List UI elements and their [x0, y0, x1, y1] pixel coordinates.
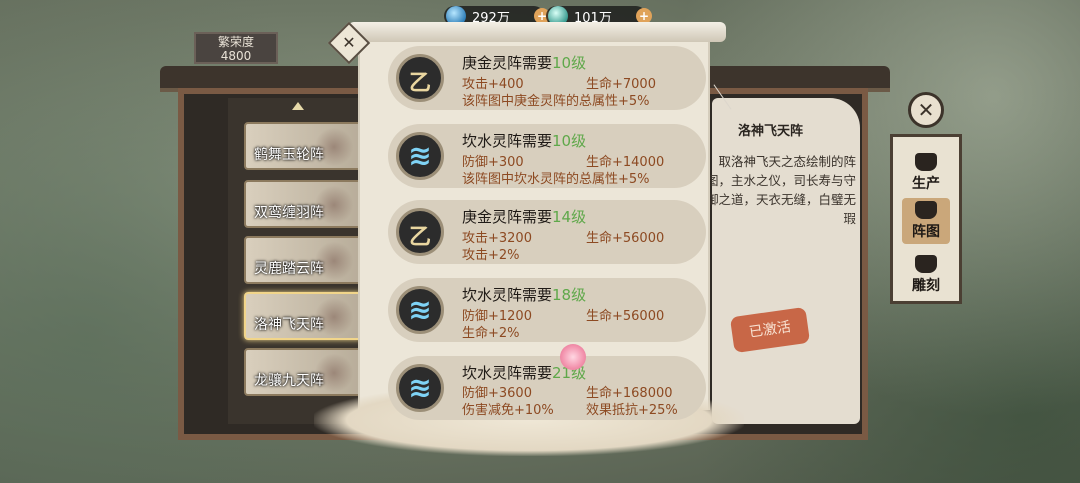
requirement-element: 坎水灵阵需要 [462, 132, 553, 150]
prosperity-label: 繁荣度 [217, 35, 254, 49]
hammer-icon [915, 255, 937, 273]
formation-item[interactable]: 鹤舞玉轮阵 [244, 122, 362, 170]
cherry-blossom-icon [560, 344, 586, 370]
stat: 生命+56000 [586, 231, 665, 246]
requirement-element: 庚金灵阵需要 [462, 208, 553, 226]
formation-label: 灵鹿踏云阵 [254, 261, 324, 277]
requirement-title: 庚金灵阵需要14级 [462, 206, 586, 227]
metal-emblem-icon [396, 54, 444, 102]
requirement-element: 庚金灵阵需要 [462, 54, 553, 72]
requirement-element: 坎水灵阵需要 [462, 364, 553, 382]
formation-label: 洛神飞天阵 [254, 317, 324, 333]
scroll-up-arrow-icon[interactable] [292, 102, 304, 110]
requirement-level: 10级 [552, 132, 587, 150]
requirement-title: 庚金灵阵需要10级 [462, 52, 586, 73]
formation-detail-panel [712, 98, 860, 424]
requirement-row: 庚金灵阵需要10级 攻击+400 生命+7000 该阵图中庚金灵阵的总属性+5% [388, 46, 706, 110]
detail-description: 取洛神飞天之态绘制的阵图，主水之仪，司长寿与守御之道，天衣无缝，白璧无瑕 [706, 154, 857, 226]
requirement-level: 14级 [552, 208, 587, 226]
formation-item-selected[interactable]: 洛神飞天阵 [244, 292, 362, 340]
prosperity-value: 4800 [220, 49, 252, 63]
nav-formation-map-label: 阵图 [912, 224, 940, 240]
water-emblem-icon [396, 286, 444, 334]
nav-production[interactable]: 生产 [902, 150, 950, 196]
stat: 该阵图中庚金灵阵的总属性+5% [462, 94, 650, 109]
nav-carving[interactable]: 雕刻 [902, 252, 950, 298]
nav-carving-label: 雕刻 [912, 278, 940, 294]
stat: 该阵图中坎水灵阵的总属性+5% [462, 172, 650, 187]
water-emblem-icon [396, 364, 444, 412]
stat: 伤害减免+10% [462, 403, 554, 418]
stat: 攻击+2% [462, 248, 520, 263]
scroll-icon [915, 201, 937, 219]
requirement-row: 庚金灵阵需要14级 攻击+3200 生命+56000 攻击+2% [388, 200, 706, 264]
scroll-rod [348, 22, 726, 42]
formation-label: 双鸾缠羽阵 [254, 205, 324, 221]
prosperity-badge: 繁荣度 4800 [194, 32, 278, 64]
requirement-level: 10级 [552, 54, 587, 72]
requirement-element: 坎水灵阵需要 [462, 286, 553, 304]
stat: 生命+56000 [586, 309, 665, 324]
formation-item[interactable]: 双鸾缠羽阵 [244, 180, 362, 228]
stat: 效果抵抗+25% [586, 403, 678, 418]
close-icon: ✕ [342, 33, 356, 52]
formation-item[interactable]: 灵鹿踏云阵 [244, 236, 362, 284]
detail-title: 洛神飞天阵 [738, 124, 804, 139]
requirement-title: 坎水灵阵需要10级 [462, 130, 586, 151]
water-emblem-icon [396, 132, 444, 180]
nav-formation-map[interactable]: 阵图 [902, 198, 950, 244]
requirement-row: 坎水灵阵需要10级 防御+300 生命+14000 该阵图中坎水灵阵的总属性+5… [388, 124, 706, 188]
stat: 生命+2% [462, 326, 520, 341]
metal-emblem-icon [396, 208, 444, 256]
requirement-title: 坎水灵阵需要18级 [462, 284, 586, 305]
close-window-button[interactable]: ✕ [908, 92, 944, 128]
pot-icon [915, 153, 937, 171]
requirement-level: 18级 [552, 286, 587, 304]
formation-label: 鹤舞玉轮阵 [254, 147, 324, 163]
requirement-row: 坎水灵阵需要21级 防御+3600 生命+168000 伤害减免+10% 效果抵… [388, 356, 706, 420]
requirement-row: 坎水灵阵需要18级 防御+1200 生命+56000 生命+2% [388, 278, 706, 342]
nav-production-label: 生产 [912, 176, 940, 192]
